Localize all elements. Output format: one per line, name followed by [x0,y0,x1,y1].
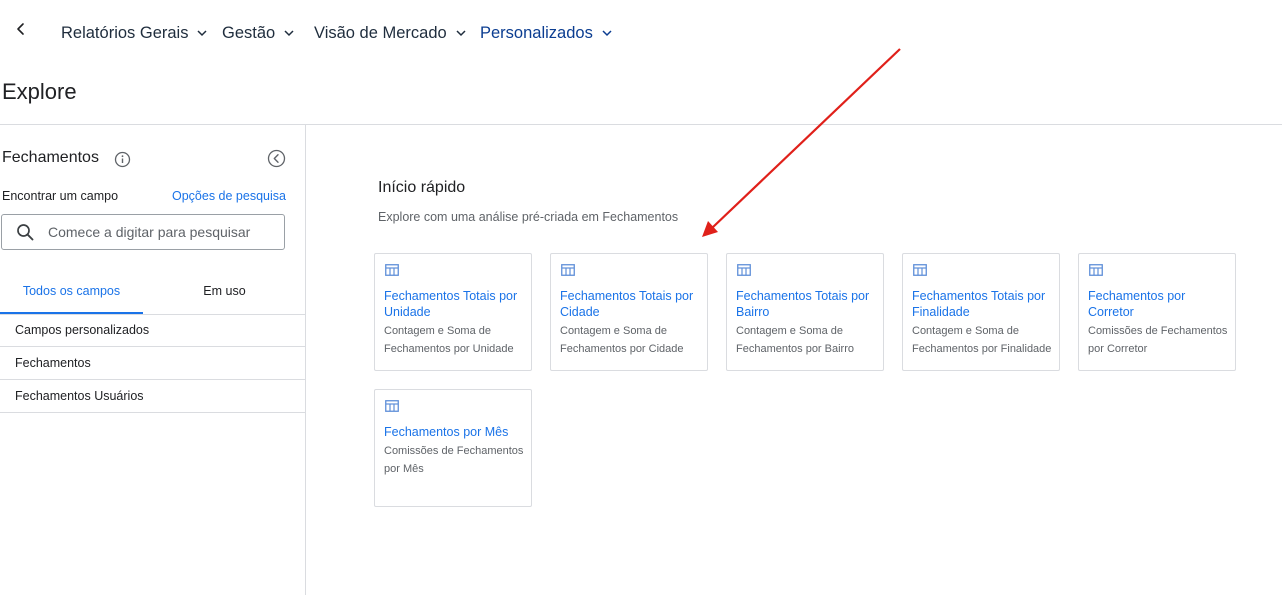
search-icon [17,224,34,241]
card-title: Fechamentos Totais por Cidade [560,289,694,319]
field-group-list: Campos personalizados Fechamentos Fecham… [0,314,305,413]
menu-label: Relatórios Gerais [61,23,189,42]
table-icon [385,400,399,412]
quick-start-card[interactable]: Fechamentos por Corretor Comissões de Fe… [1078,253,1236,371]
back-arrow-icon[interactable] [12,20,30,38]
card-description: Contagem e Soma de Fechamentos por Unida… [384,325,514,355]
card-description: Comissões de Fechamentos por Corretor [1088,325,1228,355]
card-title: Fechamentos Totais por Finalidade [912,289,1046,319]
field-group-item[interactable]: Fechamentos Usuários [0,380,305,413]
card-title: Fechamentos Totais por Bairro [736,289,870,319]
table-icon [561,264,575,276]
quick-start-card[interactable]: Fechamentos Totais por Cidade Contagem e… [550,253,708,371]
tab-todos-os-campos[interactable]: Todos os campos [0,273,143,314]
field-group-item[interactable]: Fechamentos [0,347,305,380]
page-title: Explore [2,79,77,104]
explore-name: Fechamentos [2,149,99,166]
quick-start-card[interactable]: Fechamentos por Mês Comissões de Fechame… [374,389,532,507]
tab-em-uso[interactable]: Em uso [153,273,296,312]
search-options-link[interactable]: Opções de pesquisa [172,189,286,203]
chevron-down-icon [284,30,294,37]
menu-visao-de-mercado[interactable]: Visão de Mercado [314,22,467,44]
menu-personalizados[interactable]: Personalizados [480,22,613,44]
quick-start-card[interactable]: Fechamentos Totais por Finalidade Contag… [902,253,1060,371]
field-tabs: Todos os campos Em uso [0,273,305,315]
table-icon [1089,264,1103,276]
quick-start-card[interactable]: Fechamentos Totais por Unidade Contagem … [374,253,532,371]
card-description: Contagem e Soma de Fechamentos por Bairr… [736,325,854,355]
chevron-down-icon [602,30,612,37]
field-search-input[interactable] [46,223,270,241]
field-search-box[interactable] [1,214,285,250]
table-icon [737,264,751,276]
menu-label: Personalizados [480,23,593,42]
chevron-down-icon [456,30,466,37]
info-icon[interactable] [114,151,131,168]
collapse-sidebar-icon[interactable] [267,149,286,168]
card-title: Fechamentos por Corretor [1088,289,1186,319]
quick-start-card[interactable]: Fechamentos Totais por Bairro Contagem e… [726,253,884,371]
card-description: Contagem e Soma de Fechamentos por Final… [912,325,1052,355]
menu-relatorios-gerais[interactable]: Relatórios Gerais [61,22,208,44]
field-picker-sidebar: Fechamentos Encontrar um campo Opções de… [0,125,306,595]
quick-start-title: Início rápido [378,179,466,196]
chevron-down-icon [197,30,207,37]
menu-gestao[interactable]: Gestão [222,22,295,44]
menu-label: Gestão [222,23,276,42]
table-icon [385,264,399,276]
field-group-item[interactable]: Campos personalizados [0,314,305,347]
card-title: Fechamentos por Mês [384,425,509,439]
card-title: Fechamentos Totais por Unidade [384,289,518,319]
table-icon [913,264,927,276]
menu-label: Visão de Mercado [314,23,447,42]
card-description: Contagem e Soma de Fechamentos por Cidad… [560,325,684,355]
quick-start-subtitle: Explore com uma análise pré-criada em Fe… [378,210,679,224]
card-description: Comissões de Fechamentos por Mês [384,445,524,475]
top-navigation: Relatórios Gerais Gestão Visão de Mercad… [0,0,1282,66]
find-field-label: Encontrar um campo [2,189,119,203]
